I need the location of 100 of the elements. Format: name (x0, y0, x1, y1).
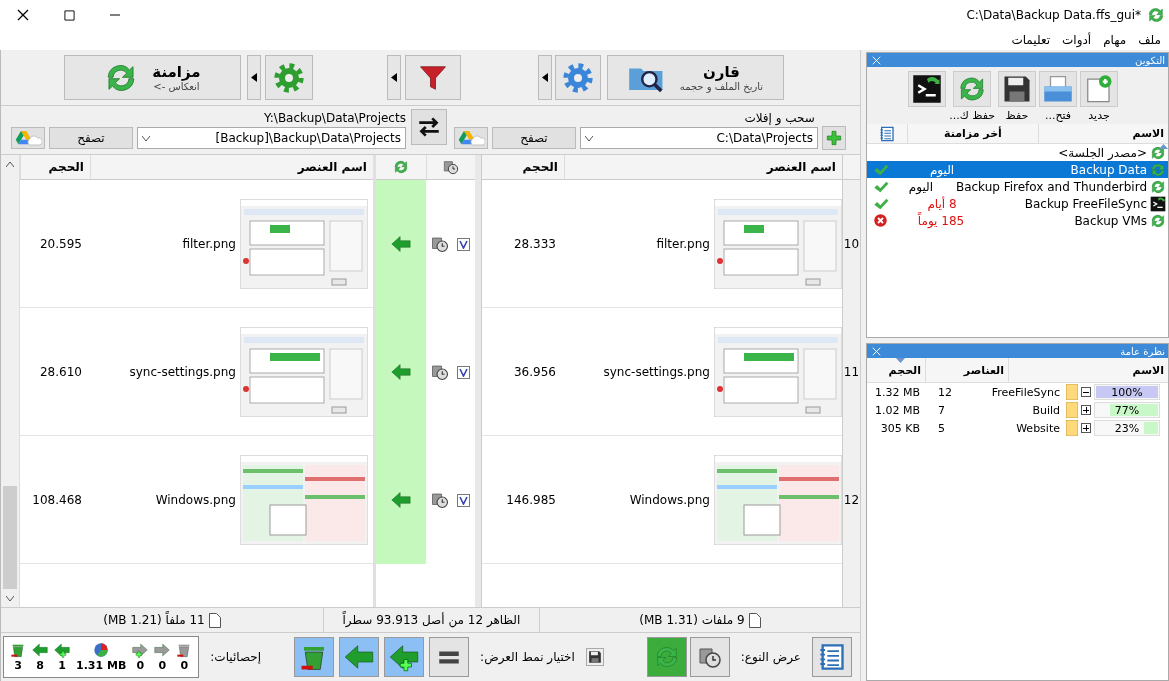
filter-toggle[interactable] (294, 637, 335, 677)
button-sublabel: تاريخ الملف و حجمه (679, 81, 764, 92)
folder-icon (1066, 384, 1078, 400)
filter-button[interactable] (404, 55, 461, 100)
toolbar-button[interactable] (998, 71, 1036, 107)
expand-toggle[interactable] (1081, 405, 1091, 415)
notes-icon (817, 643, 846, 671)
column-header[interactable]: أخر مزامنة (907, 124, 1038, 143)
toolbar-button[interactable] (908, 71, 947, 107)
column-header[interactable]: الحجم (481, 155, 564, 179)
config-row[interactable]: <مصدر الجلسة> (867, 144, 1168, 161)
tray-icon (1043, 74, 1073, 104)
expand-toggle[interactable] (1081, 387, 1091, 397)
stat-value: 0 (158, 659, 167, 672)
left-arrow-icon (32, 642, 48, 658)
close-icon (871, 55, 881, 65)
column-header[interactable]: الاسم (1008, 358, 1168, 382)
menu-item[interactable]: تعليمات (1011, 33, 1050, 47)
button-label: قارن (702, 63, 740, 81)
save-button[interactable] (585, 648, 604, 666)
sync-action-cell[interactable] (375, 180, 426, 308)
terminal-icon (912, 74, 943, 104)
scroll-up-icon (6, 161, 14, 167)
button-label: حفظ ك... (949, 109, 995, 122)
dropdown-button[interactable] (246, 55, 261, 100)
cloud-button[interactable] (10, 127, 45, 149)
file-icon (208, 612, 221, 628)
caret-icon (250, 73, 257, 82)
config-name: Backup FreeFileSync (1024, 196, 1147, 211)
camera-icon (430, 491, 449, 509)
caret-icon (541, 73, 548, 82)
percentage-text: 23% (1113, 421, 1141, 435)
filter-toggle[interactable] (384, 637, 425, 677)
file-name: filter.png (182, 236, 236, 251)
config-name: Backup Firefox and Thunderbird (955, 179, 1147, 194)
terminal-icon (1150, 195, 1166, 212)
folder-size: 305 KB (879, 421, 921, 435)
status-text: الظاهر 12 من أصل 93.913 سطراً (342, 613, 521, 627)
filter-toggle[interactable] (429, 637, 470, 677)
browse-button[interactable]: تصفح (48, 127, 133, 149)
close-button[interactable] (870, 345, 882, 357)
stat-value: 1.31 MB (76, 659, 127, 672)
save-icon (1002, 74, 1032, 104)
row-number: 11 (843, 365, 860, 379)
checkbox[interactable] (456, 493, 470, 507)
left-arrow-icon (390, 234, 411, 254)
menu-item[interactable]: مهام (1103, 33, 1127, 47)
file-size: 28.610 (39, 364, 82, 379)
new-document-icon (1084, 74, 1114, 104)
sync-button[interactable]: مزامنة انعكاس -> (63, 55, 241, 100)
scrollbar[interactable] (1, 155, 20, 607)
scrollbar-thumb[interactable] (3, 486, 17, 589)
column-header[interactable]: اسم العنصر (563, 155, 842, 179)
config-name: Backup Data (1070, 162, 1147, 177)
column-header[interactable]: الحجم (888, 363, 921, 377)
close-button[interactable] (870, 54, 882, 66)
checkbox[interactable] (456, 365, 470, 379)
last-sync-text: اليوم (928, 162, 956, 177)
filter-toggle[interactable] (339, 637, 380, 677)
column-header[interactable]: الاسم (1038, 124, 1168, 143)
caret-icon (141, 135, 150, 141)
view-type-button[interactable] (689, 637, 730, 677)
column-header[interactable]: العناصر (925, 358, 1008, 382)
dropdown-button[interactable] (537, 55, 552, 100)
caret-icon (584, 135, 593, 141)
item-count: 7 (937, 403, 946, 417)
compare-button[interactable]: قارن تاريخ الملف و حجمه (606, 55, 784, 100)
sync-icon (1150, 212, 1166, 229)
checkbox[interactable] (456, 237, 470, 251)
view-type-button[interactable] (646, 637, 687, 677)
column-header[interactable]: اسم العنصر (89, 155, 373, 179)
file-size: 28.333 (513, 236, 556, 251)
statistics-label: إحصائيات: (210, 650, 262, 664)
button-sublabel: انعكاس -> (153, 81, 200, 92)
caret-icon (390, 73, 397, 82)
row-number: 12 (843, 493, 860, 507)
maximize-icon (63, 9, 75, 21)
folder-icon (1066, 402, 1078, 418)
panel-title: التكوين (1135, 54, 1165, 66)
folder-path-field[interactable]: C:\Data\Projects (579, 127, 818, 149)
add-folder-button[interactable] (821, 126, 846, 150)
last-sync-text: اليوم (907, 179, 935, 194)
menu-item[interactable]: أدوات (1062, 33, 1092, 47)
file-name: sync-settings.png (129, 364, 236, 379)
arrow-plus-icon (132, 642, 149, 658)
dropdown-button[interactable] (386, 55, 401, 100)
arrow-plus-icon (389, 642, 420, 672)
folder-path-field[interactable]: [Backup]\Backup\Data\Projects (136, 127, 406, 149)
expand-toggle[interactable] (1081, 423, 1091, 433)
button-label: جديد (1088, 109, 1110, 122)
cloud-button[interactable] (453, 127, 488, 149)
notes-button[interactable] (811, 637, 852, 677)
cloud-icon (456, 129, 485, 147)
status-text: 9 ملفات (1.31 MB) (639, 613, 745, 627)
camera-icon (442, 159, 459, 175)
browse-button[interactable]: تصفح (491, 127, 576, 149)
folder-path-label: Y:\Backup\Data\Projects (264, 111, 406, 125)
menu-item[interactable]: ملف (1138, 33, 1161, 47)
swap-button[interactable] (410, 109, 447, 145)
sync-action-cell[interactable] (375, 436, 426, 564)
